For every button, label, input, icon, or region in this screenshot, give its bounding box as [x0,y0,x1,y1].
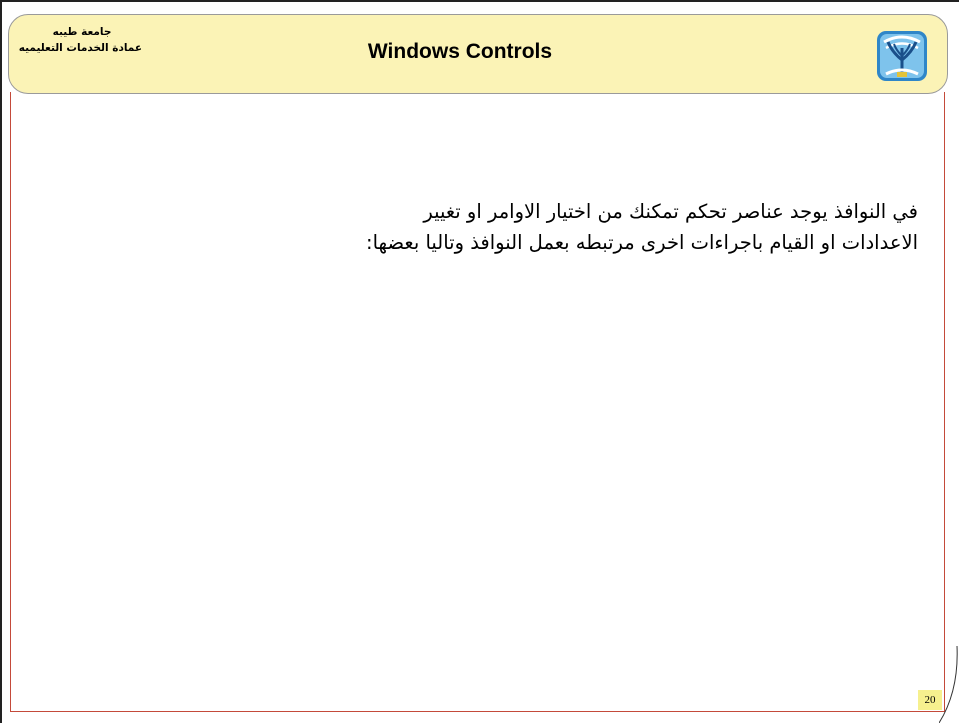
corner-decoration [939,646,958,723]
body-line-1: في النوافذ يوجد عناصر تحكم تمكنك من اختي… [423,200,918,223]
body-paragraph: في النوافذ يوجد عناصر تحكم تمكنك من اختي… [200,196,918,258]
body-line-2: الاعدادات او القيام باجراءات اخرى مرتبطه… [366,231,918,254]
university-block: جامعة طيبه عمادة الخدمات التعليميه [18,24,142,56]
university-name: جامعة طيبه [52,26,112,38]
university-logo-icon [876,30,928,82]
slide-title: Windows Controls [367,40,553,63]
deanship-name: عمادة الخدمات التعليميه [18,42,142,54]
content-area [10,92,945,712]
